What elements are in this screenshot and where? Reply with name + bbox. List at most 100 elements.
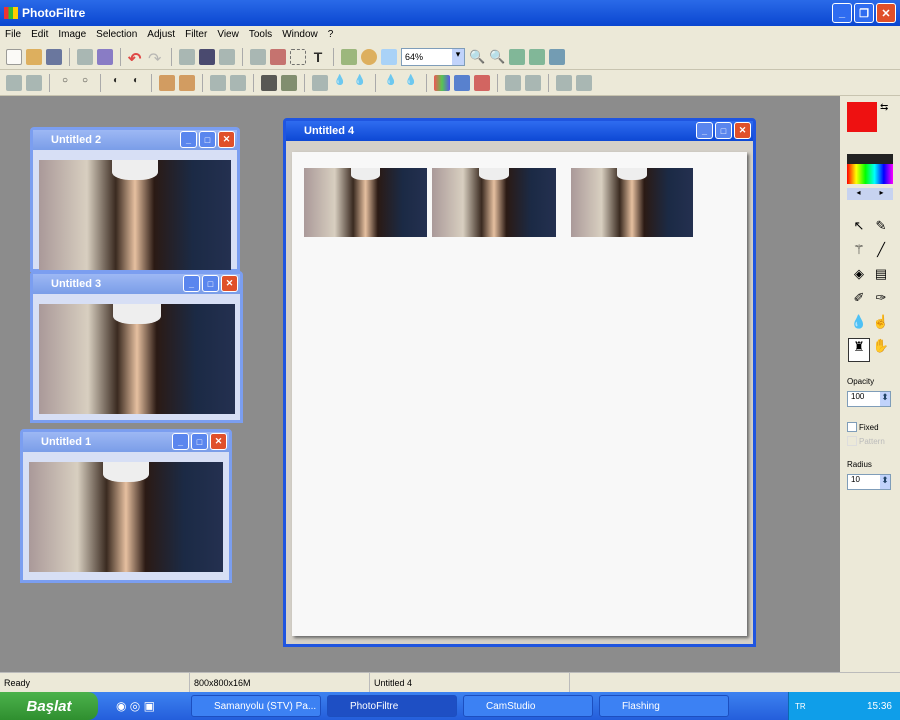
language-indicator[interactable]: TR [789,702,806,711]
brightness-minus-icon[interactable]: ○ [57,75,73,91]
close-button[interactable]: ✕ [210,433,227,450]
saturation-plus-icon[interactable] [179,75,195,91]
quicklaunch-icons[interactable]: ◉ ◎ ▣ [116,699,155,713]
save-icon[interactable] [46,49,62,65]
blur-icon[interactable]: 💧 [332,75,348,91]
menu-tools[interactable]: Tools [249,29,272,40]
magic-wand-icon[interactable]: ⚚ [848,242,870,266]
fixed-checkbox[interactable] [847,422,857,432]
contrast-plus-icon[interactable]: ◐ [128,75,144,91]
menu-adjust[interactable]: Adjust [147,29,175,40]
minimize-button[interactable]: _ [172,433,189,450]
colorize-icon[interactable] [454,75,470,91]
spray-tool-icon[interactable]: ▤ [870,266,892,290]
opacity-input[interactable]: 100 [847,391,891,407]
maximize-button[interactable]: □ [191,433,208,450]
fill-tool-icon[interactable]: ◈ [848,266,870,290]
gamma-plus-icon[interactable] [230,75,246,91]
menu-image[interactable]: Image [58,29,86,40]
menu-filter[interactable]: Filter [185,29,207,40]
minimize-button[interactable]: _ [696,122,713,139]
line-tool-icon[interactable]: ╱ [870,242,892,266]
window-untitled-1[interactable]: Untitled 1 _□✕ [20,429,232,583]
task-photofiltre[interactable]: PhotoFiltre [327,695,457,717]
task-browser[interactable]: Samanyolu (STV) Pa... [191,695,321,717]
rotate-left-icon[interactable] [556,75,572,91]
task-camstudio[interactable]: CamStudio [463,695,593,717]
radius-input[interactable]: 10 [847,474,891,490]
task-flashing[interactable]: Flashing [599,695,729,717]
selection-tool-icon[interactable]: ↖ [848,218,870,242]
auto-level-icon[interactable] [6,75,22,91]
fit-icon[interactable] [509,49,525,65]
crop-icon[interactable] [290,49,306,65]
color-palette[interactable] [847,154,893,184]
window-icon[interactable] [381,49,397,65]
foreground-color[interactable] [847,102,877,132]
rotate-right-icon[interactable] [576,75,592,91]
gradient-icon[interactable] [434,75,450,91]
auto-contrast-icon[interactable] [26,75,42,91]
window-untitled-3[interactable]: Untitled 3 _□✕ [30,271,243,423]
brightness-plus-icon[interactable]: ○ [77,75,93,91]
blur-tool-icon[interactable]: 💧 [848,314,870,338]
swap-colors-icon[interactable]: ⇆ [880,102,888,113]
gamma-minus-icon[interactable] [210,75,226,91]
minimize-button[interactable]: _ [832,3,852,23]
pattern-checkbox[interactable] [847,436,857,446]
menu-view[interactable]: View [217,29,239,40]
new-icon[interactable] [6,49,22,65]
image-canvas[interactable] [292,152,747,636]
maximize-button[interactable]: ❐ [854,3,874,23]
open-icon[interactable] [26,49,42,65]
color-icon[interactable] [199,49,215,65]
negative-icon[interactable] [474,75,490,91]
actual-size-icon[interactable] [529,49,545,65]
hand-tool-icon[interactable]: ✋ [870,338,892,362]
menu-window[interactable]: Window [282,29,318,40]
minimize-button[interactable]: _ [183,275,200,292]
menu-edit[interactable]: Edit [31,29,48,40]
color-picker-icon[interactable]: ✎ [870,218,892,242]
contrast-minus-icon[interactable]: ◐ [108,75,124,91]
image-size-icon[interactable] [250,49,266,65]
smudge-tool-icon[interactable]: ☝ [870,314,892,338]
menu-file[interactable]: File [5,29,21,40]
redo-icon[interactable]: ↷ [148,49,164,65]
soften-icon[interactable]: 💧 [383,75,399,91]
menu-selection[interactable]: Selection [96,29,137,40]
palette-next-icon[interactable]: ▸ [879,188,883,200]
maximize-button[interactable]: □ [199,131,216,148]
saturation-minus-icon[interactable] [159,75,175,91]
maximize-button[interactable]: □ [202,275,219,292]
zoom-in-icon[interactable]: 🔍 [469,49,485,65]
flip-horizontal-icon[interactable] [505,75,521,91]
fullscreen-icon[interactable] [549,49,565,65]
minimize-button[interactable]: _ [180,131,197,148]
explorer-icon[interactable] [341,49,357,65]
text-icon[interactable]: T [310,49,326,65]
blur-more-icon[interactable]: 💧 [352,75,368,91]
zoom-out-icon[interactable]: 🔍 [489,49,505,65]
close-button[interactable]: ✕ [734,122,751,139]
sharpen-icon[interactable] [312,75,328,91]
zoom-select[interactable]: 64% [401,48,465,66]
plugin-icon[interactable] [361,49,377,65]
advanced-brush-icon[interactable]: ✑ [870,290,892,314]
scan-icon[interactable] [97,49,113,65]
maximize-button[interactable]: □ [715,122,732,139]
copy-icon[interactable] [219,49,235,65]
flip-vertical-icon[interactable] [525,75,541,91]
close-button[interactable]: ✕ [876,3,896,23]
fill-icon[interactable] [179,49,195,65]
print-icon[interactable] [77,49,93,65]
undo-icon[interactable]: ↶ [128,49,144,65]
window-untitled-2[interactable]: Untitled 2 _□✕ [30,127,240,272]
brush-tool-icon[interactable]: ✐ [848,290,870,314]
menu-help[interactable]: ? [328,29,334,40]
clone-stamp-icon[interactable]: ♜ [848,338,870,362]
soften-more-icon[interactable]: 💧 [403,75,419,91]
canvas-size-icon[interactable] [270,49,286,65]
grayscale-icon[interactable] [261,75,277,91]
window-untitled-4[interactable]: Untitled 4 _□✕ [283,118,756,647]
